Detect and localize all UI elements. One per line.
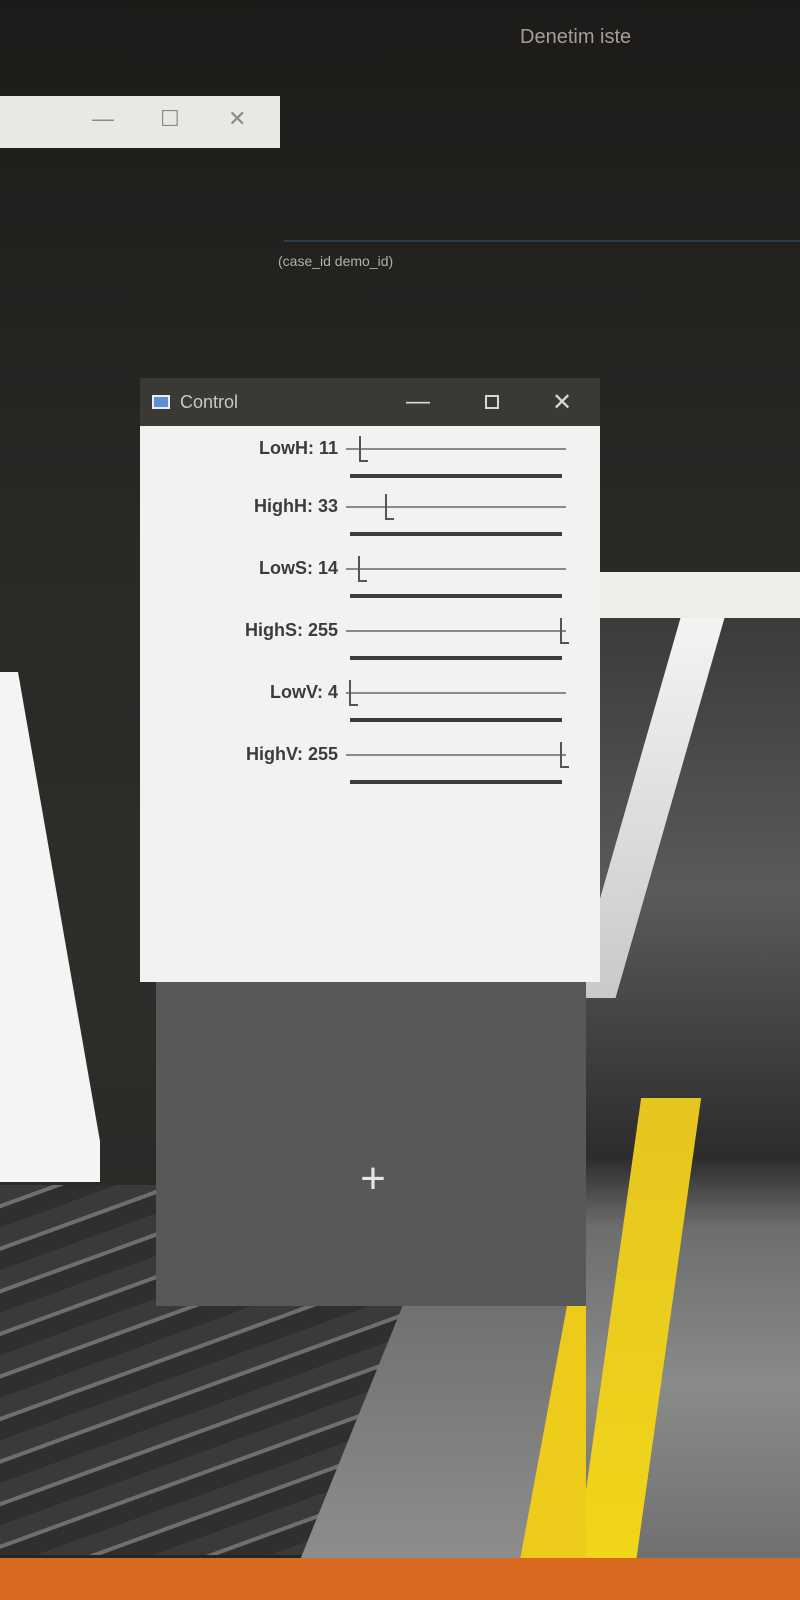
trackbar-thumb[interactable] — [560, 742, 569, 768]
minimize-button[interactable]: — — [398, 386, 438, 418]
bg-minimize-icon[interactable]: — — [92, 106, 114, 132]
trackbar-base — [350, 718, 562, 722]
trackbar-lows: LowS: 14 — [140, 552, 600, 608]
platform-yellow-stripe — [586, 1098, 702, 1598]
trackbar-label: LowS: 14 — [258, 558, 338, 578]
trackbar-highs: HighS: 255 — [140, 614, 600, 670]
trackbar-thumb[interactable] — [358, 556, 367, 582]
trackbar-label: HighH: 33 — [253, 496, 338, 516]
trackbar-label: LowH: 11 — [258, 438, 338, 458]
app-window-icon — [152, 395, 170, 409]
trackbar-slider[interactable] — [346, 568, 566, 570]
background-code-text: (case_id demo_id) — [278, 253, 394, 269]
close-button[interactable]: ✕ — [542, 386, 582, 418]
trackbar-base — [350, 594, 562, 598]
bg-maximize-icon[interactable]: ☐ — [160, 106, 180, 132]
trackbar-base — [350, 532, 562, 536]
trackbar-slider[interactable] — [346, 754, 566, 756]
image-display-area: + — [156, 982, 586, 1306]
trackbar-label: HighS: 255 — [244, 620, 338, 640]
trackbar-thumb[interactable] — [349, 680, 358, 706]
editor-divider — [284, 240, 800, 242]
trackbar-slider[interactable] — [346, 630, 566, 632]
video-window-titlebar — [588, 572, 800, 618]
video-window-frame — [586, 618, 800, 1600]
background-title-text: Denetim iste — [520, 26, 632, 48]
trackbar-thumb[interactable] — [385, 494, 394, 520]
control-window: Control — ✕ LowH: 11 HighH: 33 LowS: 14 … — [140, 378, 600, 1306]
trackbar-thumb[interactable] — [560, 618, 569, 644]
trackbar-base — [350, 474, 562, 478]
background-window-titlebar: — ☐ ✕ — [0, 96, 280, 148]
trackbar-panel: LowH: 11 HighH: 33 LowS: 14 HighS: 255 L… — [140, 426, 600, 982]
trackbar-slider[interactable] — [346, 448, 566, 450]
trackbar-lowh: LowH: 11 — [140, 432, 600, 488]
trackbar-label: LowV: 4 — [269, 682, 338, 702]
trackbar-highv: HighV: 255 — [140, 738, 600, 794]
taskbar — [0, 1558, 800, 1600]
ceiling-light — [586, 618, 725, 998]
maximize-icon — [485, 395, 499, 409]
window-title: Control — [180, 391, 239, 412]
window-titlebar[interactable]: Control — ✕ — [140, 378, 600, 426]
trackbar-highh: HighH: 33 — [140, 490, 600, 546]
maximize-button[interactable] — [472, 386, 512, 418]
trackbar-lowv: LowV: 4 — [140, 676, 600, 732]
trackbar-thumb[interactable] — [359, 436, 368, 462]
trackbar-slider[interactable] — [346, 692, 566, 694]
bg-close-icon[interactable]: ✕ — [228, 106, 246, 132]
trackbar-slider[interactable] — [346, 506, 566, 508]
trackbar-base — [350, 656, 562, 660]
plus-icon[interactable]: + — [356, 1157, 390, 1201]
trackbar-base — [350, 780, 562, 784]
trackbar-label: HighV: 255 — [245, 744, 338, 764]
